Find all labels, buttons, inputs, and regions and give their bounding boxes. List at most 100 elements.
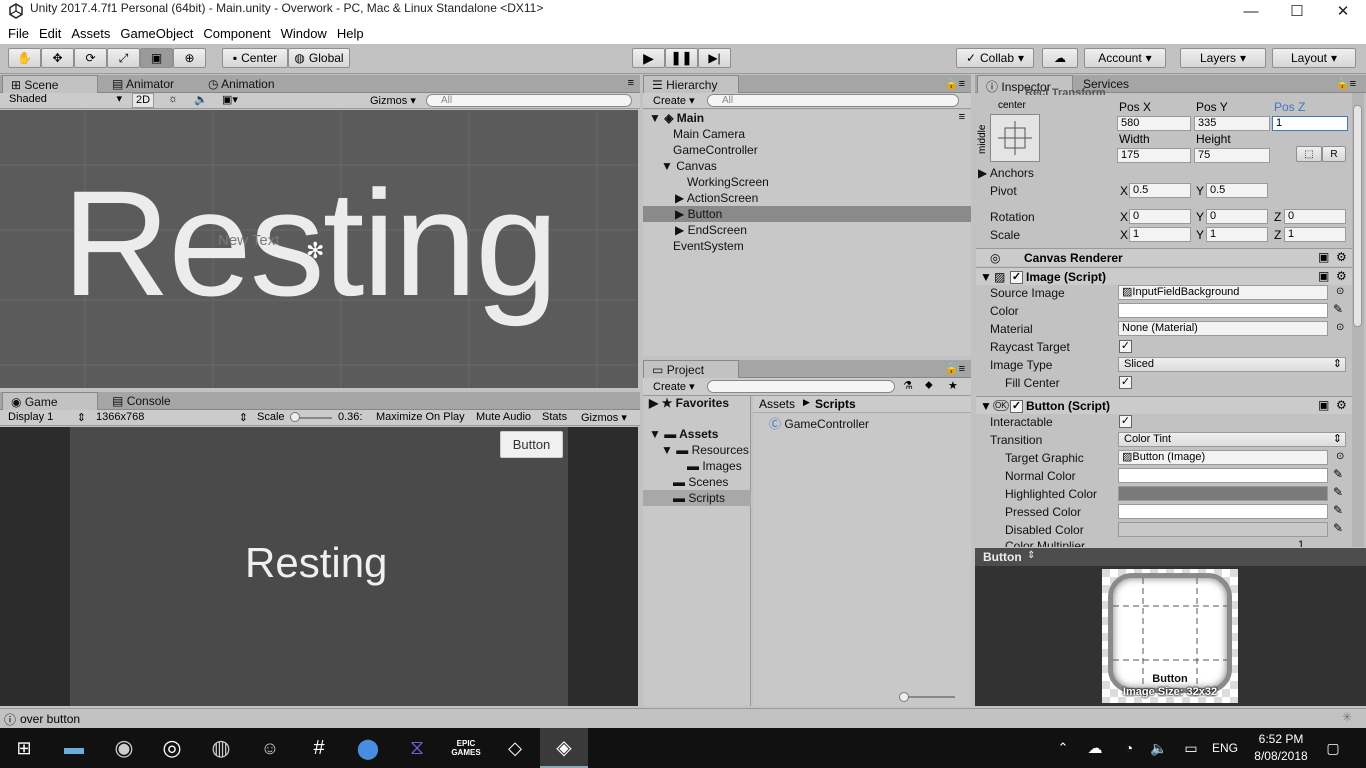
scene-viewport[interactable]: Resting New Text ✻ xyxy=(0,110,638,388)
rect-handle-icon[interactable]: ✻ xyxy=(306,238,324,264)
account-dropdown[interactable]: Account ▾ xyxy=(1084,48,1166,68)
maximize-button[interactable]: ☐ xyxy=(1274,0,1320,22)
tab-animation[interactable]: ◷ Animation xyxy=(200,75,283,93)
hierarchy-item-workingscreen[interactable]: WorkingScreen xyxy=(687,175,769,189)
maximize-on-play-toggle[interactable]: Maximize On Play xyxy=(376,411,465,423)
maps-icon[interactable]: ⬤ xyxy=(348,728,388,768)
hierarchy-item-canvas[interactable]: ▼ Canvas xyxy=(661,159,717,173)
assets-folder[interactable]: ▼ ▬ Assets xyxy=(649,427,718,441)
object-picker-icon[interactable]: ⊙ xyxy=(1336,451,1344,462)
tab-game[interactable]: ◉ Game xyxy=(2,392,98,410)
scene-menu-icon[interactable]: ≡ xyxy=(959,111,965,123)
eyedropper-icon[interactable]: ✎ xyxy=(1333,467,1343,481)
pivot-y-field[interactable]: 0.5 xyxy=(1206,183,1268,198)
target-graphic-field[interactable]: ▨Button (Image) xyxy=(1118,450,1328,465)
menu-component[interactable]: Component xyxy=(203,26,270,41)
tab-console[interactable]: ▤ Console xyxy=(104,392,179,410)
tab-hierarchy[interactable]: ☰ Hierarchy xyxy=(643,75,739,93)
eyedropper-icon[interactable]: ✎ xyxy=(1333,485,1343,499)
hierarchy-create-dropdown[interactable]: Create ▾ xyxy=(653,94,695,107)
breadcrumb-scripts[interactable]: Scripts xyxy=(815,397,856,411)
step-button[interactable]: ▶| xyxy=(698,48,731,68)
display-dropdown[interactable]: Display 1 ⇕ xyxy=(8,411,86,424)
game-button[interactable]: Button xyxy=(500,431,563,458)
help-icon[interactable]: ▣ xyxy=(1318,250,1329,264)
cloud-button[interactable]: ☁ xyxy=(1042,48,1078,68)
button-script-header[interactable]: ▼ OK ✓ Button (Script) ▣ ⚙ xyxy=(976,396,1352,414)
width-field[interactable]: 175 xyxy=(1117,148,1191,163)
unity-hub-icon[interactable]: ◇ xyxy=(495,728,535,768)
lock-icon[interactable]: 🔒≡ xyxy=(945,362,965,375)
scene-search-input[interactable]: All xyxy=(426,94,632,107)
raycast-target-checkbox[interactable]: ✓ xyxy=(1119,340,1132,353)
canvas-renderer-header[interactable]: ◎ Canvas Renderer ▣ ⚙ xyxy=(976,248,1352,266)
collab-button[interactable]: ✓ Collab ▾ xyxy=(956,48,1034,68)
resources-folder[interactable]: ▼ ▬ Resources xyxy=(661,443,749,457)
favorites-folder[interactable]: ▶ ★ Favorites xyxy=(649,396,729,410)
image-type-dropdown[interactable]: Sliced ⇕ xyxy=(1118,357,1346,372)
project-search-input[interactable] xyxy=(707,380,895,393)
object-picker-icon[interactable]: ⊙ xyxy=(1336,286,1344,297)
filter-label-icon[interactable]: ⬥ xyxy=(925,379,933,392)
menu-edit[interactable]: Edit xyxy=(39,26,61,41)
color-swatch[interactable] xyxy=(1118,303,1328,318)
pivot-center-button[interactable]: ▪ Center xyxy=(222,48,288,68)
rotation-z-field[interactable]: 0 xyxy=(1284,209,1346,224)
anchor-preset-button[interactable] xyxy=(990,114,1040,162)
normal-color-swatch[interactable] xyxy=(1118,468,1328,483)
volume-icon[interactable]: 🔈 xyxy=(1146,728,1172,768)
menu-help[interactable]: Help xyxy=(337,26,364,41)
scale-z-field[interactable]: 1 xyxy=(1284,227,1346,242)
disabled-color-swatch[interactable] xyxy=(1118,522,1328,537)
project-create-dropdown[interactable]: Create ▾ xyxy=(653,380,695,393)
eyedropper-icon[interactable]: ✎ xyxy=(1333,503,1343,517)
slack-icon[interactable]: # xyxy=(299,728,339,768)
rotate-tool-icon[interactable]: ⟳ xyxy=(74,48,107,68)
material-field[interactable]: None (Material) xyxy=(1118,321,1328,336)
panel-menu-icon[interactable]: ≡ xyxy=(628,77,634,89)
foldout-arrow-icon[interactable]: ▼ xyxy=(980,270,992,284)
preview-dropdown-icon[interactable]: ⇕ xyxy=(1027,550,1035,561)
show-hidden-icons[interactable]: ⌃ xyxy=(1050,728,1076,768)
effects-icon[interactable]: ▣▾ xyxy=(222,93,238,106)
color-multiplier-value[interactable]: 1 xyxy=(1298,539,1304,547)
resolution-dropdown[interactable]: 1366x768 ⇕ xyxy=(96,411,248,424)
raw-edit-button[interactable]: R xyxy=(1322,146,1346,162)
button-enabled-checkbox[interactable]: ✓ xyxy=(1010,400,1023,413)
menu-assets[interactable]: Assets xyxy=(71,26,110,41)
tab-scene[interactable]: ⊞ Scene xyxy=(2,75,98,93)
wifi-icon[interactable]: ◔ xyxy=(1116,728,1142,768)
windows-start-icon[interactable]: ⊞ xyxy=(4,728,44,768)
pressed-color-swatch[interactable] xyxy=(1118,504,1328,519)
stats-toggle[interactable]: Stats xyxy=(542,411,567,423)
lock-icon[interactable]: 🔒≡ xyxy=(1336,77,1356,90)
inspector-scrollbar-thumb[interactable] xyxy=(1353,105,1362,327)
notifications-icon[interactable]: ▢ xyxy=(1320,728,1346,768)
battery-icon[interactable]: ▭ xyxy=(1178,728,1204,768)
image-enabled-checkbox[interactable]: ✓ xyxy=(1010,271,1023,284)
visual-studio-icon[interactable]: ⧖ xyxy=(397,728,437,768)
help-icon[interactable]: ▣ xyxy=(1318,398,1329,412)
lighting-icon[interactable]: ☼ xyxy=(168,93,178,105)
clock-time[interactable]: 6:52 PM xyxy=(1250,732,1312,746)
layout-dropdown[interactable]: Layout ▾ xyxy=(1272,48,1356,68)
game-gizmos-toggle[interactable]: Gizmos ▾ xyxy=(581,411,627,424)
interactable-checkbox[interactable]: ✓ xyxy=(1119,415,1132,428)
transition-dropdown[interactable]: Color Tint ⇕ xyxy=(1118,432,1346,447)
epic-games-icon[interactable]: EPIC GAMES xyxy=(446,728,486,768)
gizmos-dropdown[interactable]: Gizmos ▾ xyxy=(370,94,416,107)
pos-y-field[interactable]: 335 xyxy=(1194,116,1270,131)
menu-window[interactable]: Window xyxy=(281,26,327,41)
filter-type-icon[interactable]: ⚗ xyxy=(903,379,913,392)
audio-icon[interactable]: 🔈 xyxy=(194,93,208,106)
pivot-x-field[interactable]: 0.5 xyxy=(1129,183,1191,198)
spotify-icon[interactable]: ◍ xyxy=(201,728,241,768)
minimize-button[interactable]: — xyxy=(1228,0,1274,22)
pivot-global-button[interactable]: ◍ Global xyxy=(288,48,350,68)
source-image-field[interactable]: ▨InputFieldBackground xyxy=(1118,285,1328,300)
play-button[interactable]: ▶ xyxy=(632,48,665,68)
clock-date[interactable]: 8/08/2018 xyxy=(1250,749,1312,763)
lock-icon[interactable]: 🔒≡ xyxy=(945,77,965,90)
icon-size-slider[interactable] xyxy=(901,696,955,698)
menu-file[interactable]: File xyxy=(8,26,29,41)
